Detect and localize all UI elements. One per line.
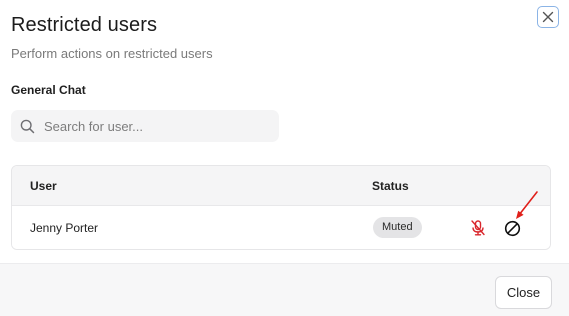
search-input[interactable]: [42, 117, 266, 135]
column-header-status: Status: [372, 179, 409, 193]
restricted-users-dialog: Restricted users Perform actions on rest…: [0, 0, 569, 316]
search-icon: [20, 119, 35, 133]
search-field[interactable]: [11, 110, 279, 142]
dialog-subtitle: Perform actions on restricted users: [11, 46, 213, 61]
dialog-footer: Close: [0, 263, 569, 316]
column-header-user: User: [30, 179, 57, 193]
unmute-button[interactable]: [468, 218, 488, 238]
dialog-close-button[interactable]: [537, 6, 559, 28]
close-icon: [542, 11, 554, 23]
dialog-title: Restricted users: [11, 14, 158, 36]
restricted-users-table: User Status Jenny Porter Muted: [11, 165, 551, 250]
table-header: User Status: [12, 166, 550, 206]
table-row: Jenny Porter Muted: [12, 206, 550, 249]
ban-icon: [504, 220, 520, 236]
ban-user-button[interactable]: [502, 218, 522, 238]
unmute-icon: [471, 220, 485, 236]
status-badge: Muted: [373, 217, 422, 238]
channel-label: General Chat: [11, 83, 86, 97]
close-button[interactable]: Close: [495, 276, 552, 309]
user-name: Jenny Porter: [30, 221, 99, 235]
